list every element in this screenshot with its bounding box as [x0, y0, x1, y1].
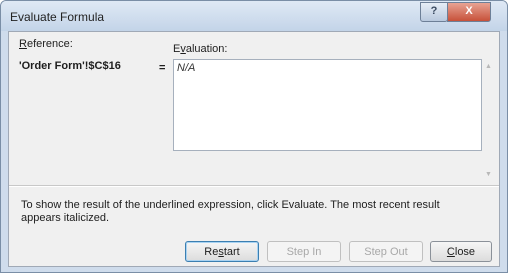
step-in-button[interactable]: Step In	[267, 241, 341, 262]
help-button[interactable]: ?	[420, 2, 448, 22]
evaluation-value: N/A	[177, 62, 196, 74]
reference-label: Reference:	[19, 38, 73, 50]
divider	[9, 185, 499, 187]
dialog-title: Evaluate Formula	[10, 10, 105, 24]
dialog-body: Reference: 'Order Form'!$C$16 = Evaluati…	[8, 31, 500, 267]
scroll-up-arrow-icon[interactable]: ▲	[485, 63, 492, 70]
info-text: To show the result of the underlined exp…	[21, 199, 440, 224]
close-window-button[interactable]: X	[447, 2, 491, 22]
evaluation-scrollbar[interactable]: ▲ ▼	[482, 59, 496, 183]
title-bar[interactable]: Evaluate Formula ? X	[1, 1, 507, 31]
close-button[interactable]: Close	[430, 241, 492, 262]
reference-value: 'Order Form'!$C$16	[19, 60, 121, 72]
evaluation-box[interactable]: N/A	[173, 59, 482, 151]
equals-sign: =	[159, 62, 166, 74]
evaluate-formula-dialog: Evaluate Formula ? X Reference: 'Order F…	[0, 0, 508, 273]
restart-button[interactable]: Restart	[185, 241, 259, 262]
scroll-down-arrow-icon[interactable]: ▼	[485, 171, 492, 178]
evaluation-label: Evaluation:	[173, 43, 228, 55]
step-out-button[interactable]: Step Out	[349, 241, 423, 262]
